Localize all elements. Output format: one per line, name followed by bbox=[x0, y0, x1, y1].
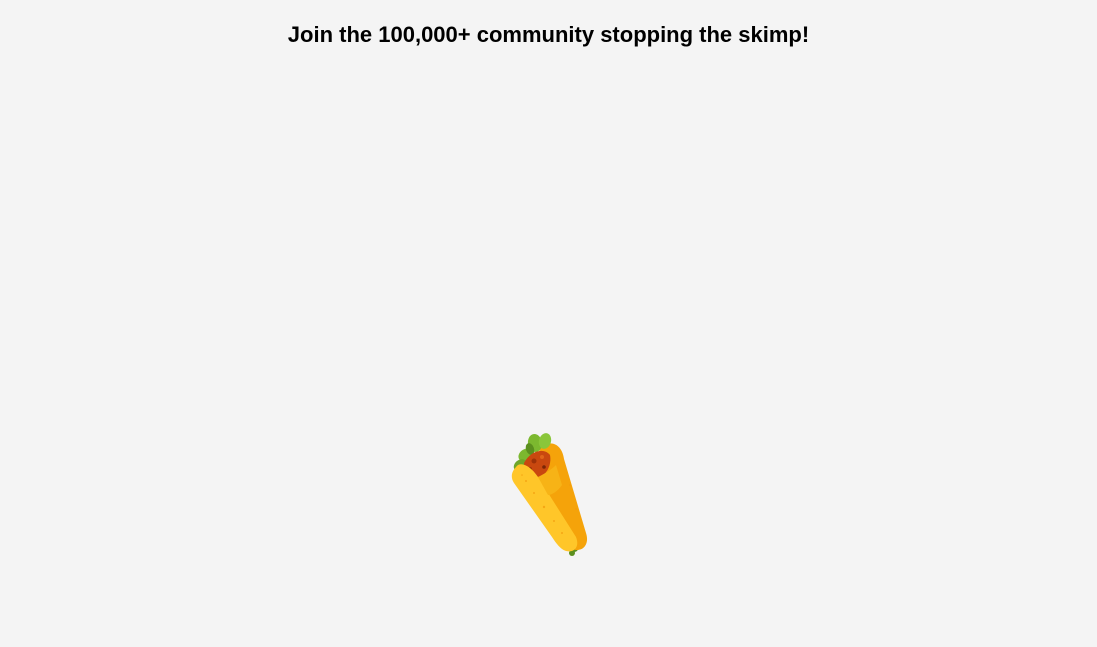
burrito-illustration bbox=[500, 425, 600, 565]
burrito-icon bbox=[511, 433, 588, 556]
page-heading: Join the 100,000+ community stopping the… bbox=[287, 22, 810, 47]
